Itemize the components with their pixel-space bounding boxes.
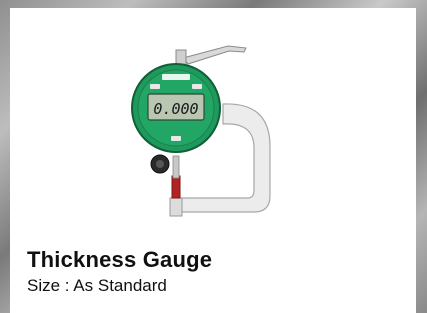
thickness-gauge-icon: 0.000 bbox=[131, 45, 271, 217]
product-title[interactable]: Thickness Gauge bbox=[27, 247, 212, 273]
product-card[interactable]: 0.000 Thickness Gauge Size : As Standard bbox=[10, 8, 416, 313]
gauge-display-reading: 0.000 bbox=[153, 100, 198, 118]
product-size-label: Size : As Standard bbox=[27, 276, 167, 295]
